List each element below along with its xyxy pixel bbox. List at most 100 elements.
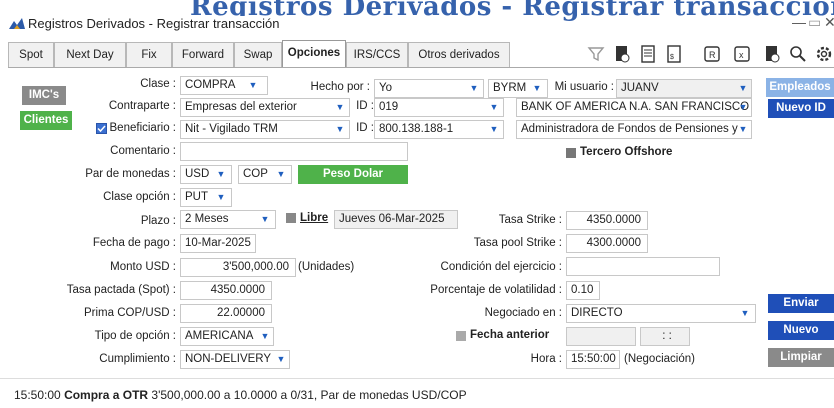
libre-label: Libre (300, 212, 329, 224)
fecha-anterior-label: Fecha anterior (470, 329, 550, 341)
chevron-down-icon[interactable]: ▼ (333, 99, 347, 116)
tab-forward[interactable]: Forward (172, 42, 234, 68)
peso-dolar-button[interactable]: Peso Dolar (298, 165, 408, 184)
prima-input[interactable]: 22.00000 (180, 304, 272, 323)
chevron-down-icon[interactable]: ▼ (274, 351, 288, 368)
id2-label: ID : (356, 122, 374, 134)
tasa-strike-input[interactable]: 4350.0000 (566, 211, 648, 230)
overlay-title: Registros Derivados - Registrar transacc… (190, 0, 834, 22)
chevron-down-icon[interactable]: ▼ (738, 305, 752, 322)
tercero-offshore-checkbox[interactable] (566, 148, 576, 158)
mi-usuario-select[interactable]: JUANV (616, 79, 752, 98)
chevron-down-icon[interactable]: ▼ (467, 80, 481, 97)
tab-fix[interactable]: Fix (126, 42, 172, 68)
beneficiario-name-select[interactable]: Administradora de Fondos de Pensiones y (516, 120, 752, 139)
minimize-icon[interactable]: — (792, 14, 806, 30)
prima-label: Prima COP/USD : (83, 307, 176, 319)
enviar-button[interactable]: Enviar (768, 294, 834, 313)
tasa-strike-label: Tasa Strike : (498, 214, 562, 226)
tab-spot[interactable]: Spot (8, 42, 54, 68)
plazo-label: Plazo : (140, 215, 176, 227)
tab-opciones[interactable]: Opciones (282, 40, 346, 68)
nuevo-button[interactable]: Nuevo (768, 321, 834, 340)
tab-swap[interactable]: Swap (234, 42, 282, 68)
chevron-down-icon[interactable]: ▼ (214, 189, 228, 206)
monto-unit: (Unidades) (298, 261, 355, 273)
volatilidad-input[interactable]: 0.10 (566, 281, 600, 300)
svg-text:R: R (709, 50, 716, 60)
nuevo-id-button[interactable]: Nuevo ID (768, 99, 834, 118)
monto-label: Monto USD : (110, 261, 176, 273)
chevron-down-icon[interactable]: ▼ (736, 99, 750, 116)
tasa-pactada-input[interactable]: 4350.0000 (180, 281, 272, 300)
fecha-anterior-checkbox[interactable] (456, 331, 466, 341)
contraparte-select[interactable]: Empresas del exterior (180, 98, 350, 117)
status-rest: 3'500,000.00 a 10.0000 a 0/31, Par de mo… (151, 388, 467, 402)
id-select[interactable]: 019 (374, 98, 504, 117)
status-line: 15:50:00 Compra a OTR 3'500,000.00 a 10.… (14, 388, 467, 402)
fecha-pago-label: Fecha de pago : (92, 237, 176, 249)
chevron-down-icon[interactable]: ▼ (487, 121, 501, 138)
chevron-down-icon[interactable]: ▼ (258, 328, 272, 345)
chevron-down-icon[interactable]: ▼ (333, 121, 347, 138)
chevron-down-icon[interactable]: ▼ (736, 80, 750, 97)
fecha-anterior-input[interactable] (566, 327, 636, 346)
document-icon[interactable] (612, 44, 632, 64)
hora-note: (Negociación) (624, 353, 695, 365)
id2-select[interactable]: 800.138.188-1 (374, 120, 504, 139)
tasa-pool-label: Tasa pool Strike : (473, 237, 562, 249)
chevron-down-icon[interactable]: ▼ (274, 166, 288, 183)
volatilidad-label: Porcentaje de volatilidad : (430, 284, 562, 296)
spreadsheet-icon[interactable]: $ (664, 44, 684, 64)
monto-input[interactable]: 3'500,000.00 (180, 258, 296, 277)
r-icon[interactable]: R (702, 44, 722, 64)
empleados-button[interactable]: Empleados (766, 78, 834, 97)
clase-label: Clase : (140, 78, 176, 90)
tercero-offshore-label: Tercero Offshore (580, 146, 673, 158)
condicion-input[interactable] (566, 257, 720, 276)
chevron-down-icon[interactable]: ▼ (736, 121, 750, 138)
tab-otros-derivados[interactable]: Otros derivados (408, 42, 510, 68)
clase-opcion-label: Clase opción : (103, 191, 176, 203)
chevron-down-icon[interactable]: ▼ (530, 80, 544, 97)
report-icon[interactable] (638, 44, 658, 64)
libre-checkbox[interactable] (286, 213, 296, 223)
tab-next-day[interactable]: Next Day (54, 42, 126, 68)
hora-input[interactable]: 15:50:00 (566, 350, 620, 369)
maximize-icon[interactable]: ▭ (808, 14, 821, 31)
gear-icon[interactable] (814, 44, 834, 64)
imcs-button[interactable]: IMC's (22, 86, 66, 105)
fecha-pago-input[interactable]: 10-Mar-2025 (180, 234, 256, 253)
chevron-down-icon[interactable]: ▼ (246, 77, 260, 94)
beneficiario-label: Beneficiario : (109, 122, 176, 134)
negociado-select[interactable]: DIRECTO (566, 304, 756, 323)
status-time: 15:50:00 (14, 388, 61, 402)
hora-anterior-input[interactable]: : : (640, 327, 690, 346)
comentario-label: Comentario : (110, 145, 176, 157)
chevron-down-icon[interactable]: ▼ (214, 166, 228, 183)
comentario-input[interactable] (180, 142, 408, 161)
contraparte-name-select[interactable]: BANK OF AMERICA N.A. SAN FRANCISCO (516, 98, 752, 117)
window-title: Registros Derivados - Registrar transacc… (28, 16, 284, 31)
chevron-down-icon[interactable]: ▼ (487, 99, 501, 116)
negociado-label: Negociado en : (484, 307, 562, 319)
beneficiario-checkbox[interactable] (96, 123, 107, 134)
print-icon[interactable] (762, 44, 782, 64)
filter-icon[interactable] (586, 44, 606, 64)
limpiar-button[interactable]: Limpiar (768, 348, 834, 367)
beneficiario-select[interactable]: Nit - Vigilado TRM (180, 120, 350, 139)
app-icon (9, 18, 25, 29)
tasa-pactada-label: Tasa pactada (Spot) : (66, 284, 176, 296)
mi-usuario-label: Mi usuario : (554, 81, 614, 93)
divider (0, 378, 834, 379)
status-bold: Compra a OTR (64, 388, 149, 402)
tasa-pool-input[interactable]: 4300.0000 (566, 234, 648, 253)
hecho-por-label: Hecho por : (310, 81, 370, 93)
cumplimiento-label: Cumplimiento : (99, 353, 176, 365)
excel-icon[interactable]: x (732, 44, 752, 64)
search-icon[interactable] (788, 44, 808, 64)
tab-irs-ccs[interactable]: IRS/CCS (346, 42, 408, 68)
clientes-button[interactable]: Clientes (20, 111, 72, 130)
close-icon[interactable]: ✕ (824, 14, 834, 31)
chevron-down-icon[interactable]: ▼ (258, 211, 272, 228)
